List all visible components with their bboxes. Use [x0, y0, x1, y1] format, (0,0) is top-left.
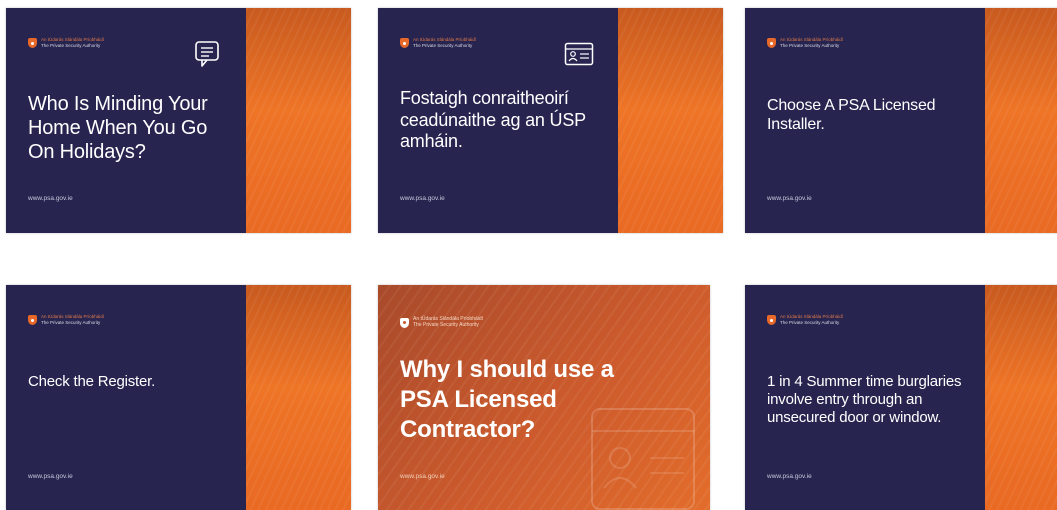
psa-logo: An tÚdarás Slándála Príobháidí The Priva… — [28, 314, 105, 325]
website-url: www.psa.gov.ie — [767, 195, 812, 202]
logo-name-english: The Private Security Authority — [780, 42, 840, 48]
chat-bubble-icon — [195, 41, 219, 67]
psa-logo: An tÚdarás Slándála Príobháidí The Priva… — [400, 317, 483, 328]
logo-name-irish: An tÚdarás Slándála Príobháidí — [41, 314, 105, 319]
card-headline: Fostaigh conraitheoirí ceadúnaithe ag an… — [400, 88, 586, 152]
promo-card-holidays[interactable]: An tÚdarás Slándála Príobháidí The Priva… — [6, 8, 351, 233]
card-headline: 1 in 4 Summer time burglaries involve en… — [767, 373, 962, 426]
promo-card-burglary-stat[interactable]: An tÚdarás Slándála Príobháidí The Priva… — [745, 285, 1057, 510]
card-headline: Why I should use a PSA Licensed Contract… — [400, 356, 614, 443]
card-headline: Who Is Minding Your Home When You Go On … — [28, 93, 208, 163]
logo-name-irish: An tÚdarás Slándála Príobháidí — [780, 37, 844, 42]
website-url: www.psa.gov.ie — [767, 473, 812, 480]
promo-card-why-licensed[interactable]: An tÚdarás Slándála Príobháidí The Priva… — [378, 285, 710, 510]
psa-logo: An tÚdarás Slándála Príobháidí The Priva… — [400, 37, 477, 48]
psa-logo: An tÚdarás Slándála Príobháidí The Priva… — [767, 37, 844, 48]
logo-name-english: The Private Security Authority — [41, 42, 101, 48]
orange-accent-stripe — [618, 8, 723, 233]
website-url: www.psa.gov.ie — [28, 473, 73, 480]
website-url: www.psa.gov.ie — [400, 195, 445, 202]
shield-icon — [400, 317, 409, 328]
logo-name-english: The Private Security Authority — [413, 322, 479, 328]
id-card-icon — [564, 42, 594, 66]
orange-accent-stripe — [246, 8, 351, 233]
card-headline: Check the Register. — [28, 373, 156, 390]
logo-name-irish: An tÚdarás Slándála Príobháidí — [413, 37, 477, 42]
shield-icon — [400, 38, 409, 48]
card-headline: Choose A PSA Licensed Installer. — [767, 97, 936, 134]
website-url: www.psa.gov.ie — [28, 195, 73, 202]
logo-name-irish: An tÚdarás Slándála Príobháidí — [780, 314, 844, 319]
logo-name-english: The Private Security Authority — [780, 319, 840, 325]
shield-icon — [28, 315, 37, 325]
orange-accent-stripe — [985, 285, 1057, 510]
orange-accent-stripe — [985, 8, 1057, 233]
website-url: www.psa.gov.ie — [400, 473, 445, 480]
promo-card-check-register[interactable]: An tÚdarás Slándála Príobháidí The Priva… — [6, 285, 351, 510]
shield-icon — [767, 38, 776, 48]
orange-accent-stripe — [246, 285, 351, 510]
logo-name-irish: An tÚdarás Slándála Príobháidí — [41, 37, 105, 42]
logo-name-english: The Private Security Authority — [413, 42, 473, 48]
promo-card-licensed-installer[interactable]: An tÚdarás Slándála Príobháidí The Priva… — [745, 8, 1057, 233]
psa-logo: An tÚdarás Slándála Príobháidí The Priva… — [767, 314, 844, 325]
logo-name-english: The Private Security Authority — [41, 319, 101, 325]
shield-icon — [767, 315, 776, 325]
psa-logo: An tÚdarás Slándála Príobháidí The Priva… — [28, 37, 105, 48]
promo-card-irish-contractors[interactable]: An tÚdarás Slándála Príobháidí The Priva… — [378, 8, 723, 233]
shield-icon — [28, 38, 37, 48]
